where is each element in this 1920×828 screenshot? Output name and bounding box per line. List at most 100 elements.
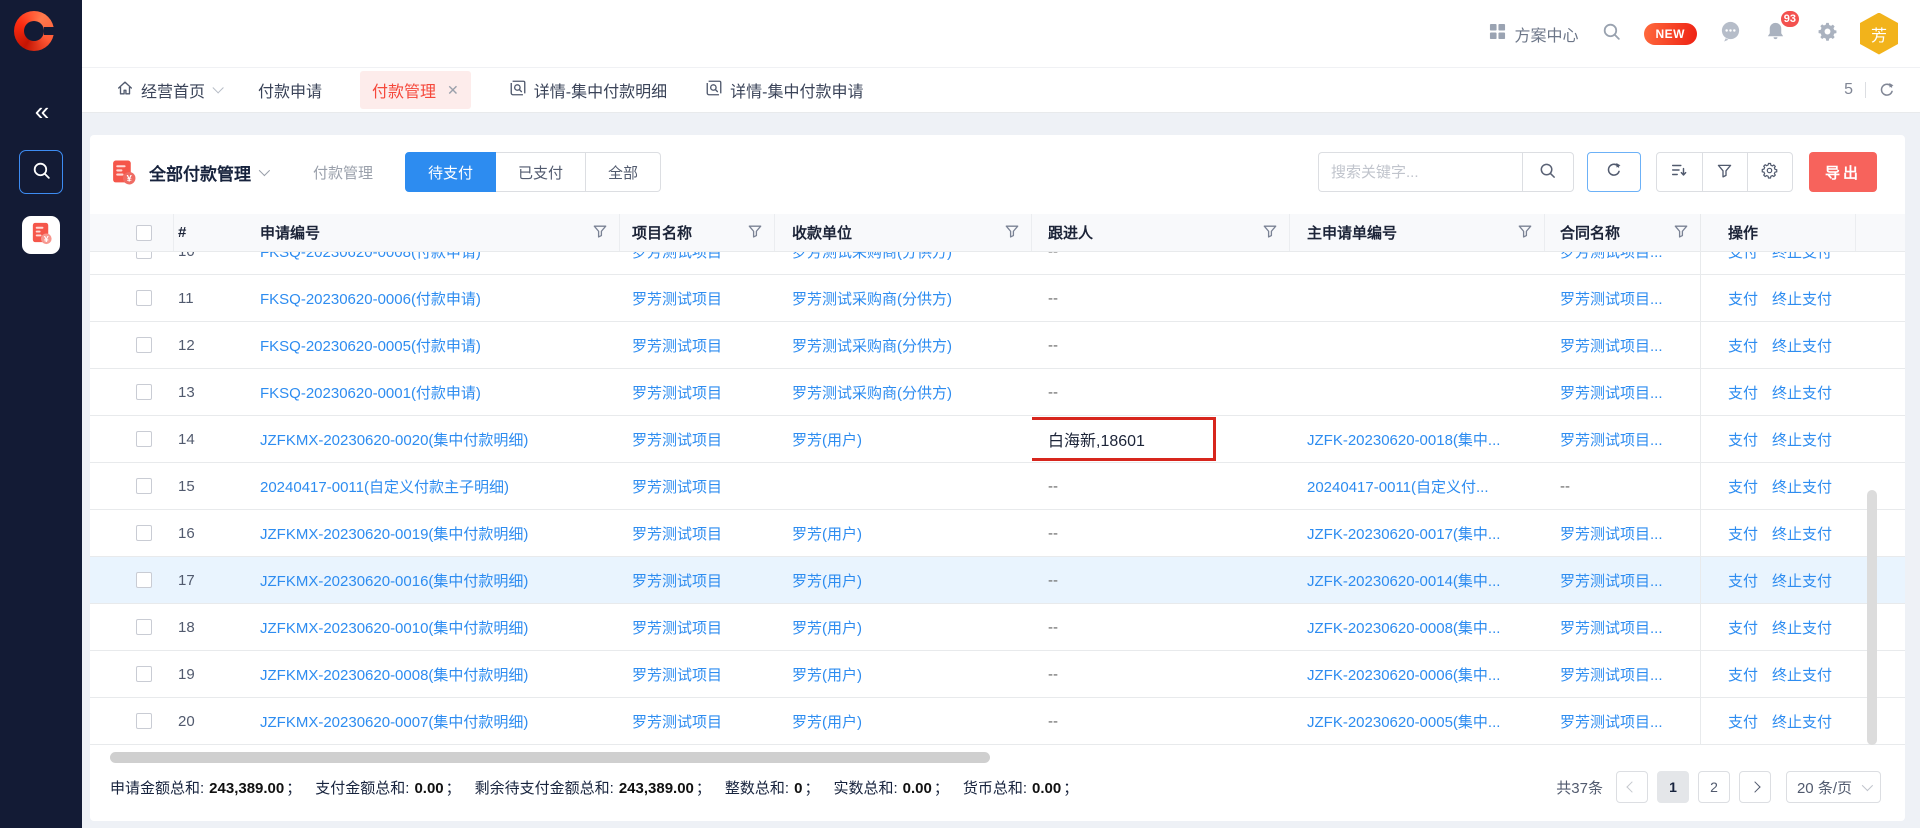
row-checkbox[interactable] bbox=[90, 463, 174, 509]
project-link[interactable]: 罗芳测试项目 bbox=[632, 429, 722, 450]
stop-pay-action-link[interactable]: 终止支付 bbox=[1772, 335, 1832, 356]
row-checkbox[interactable] bbox=[90, 252, 174, 274]
vertical-scrollbar[interactable] bbox=[1867, 490, 1877, 745]
sidebar-collapse-icon[interactable]: « bbox=[0, 96, 82, 127]
pay-action-link[interactable]: 支付 bbox=[1728, 711, 1758, 732]
filter-funnel-icon[interactable] bbox=[593, 224, 607, 242]
contract-link[interactable]: 罗芳测试项目... bbox=[1560, 664, 1663, 685]
request-no-link[interactable]: FKSQ-20230620-0001(付款申请) bbox=[260, 382, 481, 403]
project-link[interactable]: 罗芳测试项目 bbox=[632, 288, 722, 309]
pay-action-link[interactable]: 支付 bbox=[1728, 570, 1758, 591]
contract-link[interactable]: 罗芳测试项目... bbox=[1560, 429, 1663, 450]
tab-payment-management[interactable]: 付款管理 ✕ bbox=[360, 71, 471, 109]
pay-action-link[interactable]: 支付 bbox=[1728, 382, 1758, 403]
pay-action-link[interactable]: 支付 bbox=[1728, 288, 1758, 309]
request-no-link[interactable]: FKSQ-20230620-0005(付款申请) bbox=[260, 335, 481, 356]
contract-link[interactable]: 罗芳测试项目... bbox=[1560, 335, 1663, 356]
request-no-link[interactable]: JZFKMX-20230620-0020(集中付款明细) bbox=[260, 429, 528, 450]
payee-link[interactable]: 罗芳测试采购商(分供方) bbox=[792, 382, 952, 403]
project-link[interactable]: 罗芳测试项目 bbox=[632, 252, 722, 262]
contract-link[interactable]: 罗芳测试项目... bbox=[1560, 711, 1663, 732]
request-no-link[interactable]: JZFKMX-20230620-0010(集中付款明细) bbox=[260, 617, 528, 638]
project-link[interactable]: 罗芳测试项目 bbox=[632, 335, 722, 356]
pay-action-link[interactable]: 支付 bbox=[1728, 617, 1758, 638]
horizontal-scrollbar[interactable] bbox=[110, 752, 990, 763]
page-size-select[interactable]: 20 条/页 bbox=[1786, 771, 1881, 803]
page-button-2[interactable]: 2 bbox=[1698, 771, 1730, 803]
contract-link[interactable]: 罗芳测试项目... bbox=[1560, 570, 1663, 591]
global-search-button[interactable] bbox=[1601, 21, 1622, 46]
filter-funnel-icon[interactable] bbox=[1263, 224, 1277, 242]
payee-link[interactable]: 罗芳(用户) bbox=[792, 664, 862, 685]
settings-button[interactable] bbox=[1817, 21, 1838, 46]
column-settings-button[interactable] bbox=[1747, 153, 1792, 191]
refresh-button[interactable] bbox=[1587, 152, 1641, 192]
project-link[interactable]: 罗芳测试项目 bbox=[632, 570, 722, 591]
payee-link[interactable]: 罗芳测试采购商(分供方) bbox=[792, 252, 952, 262]
payee-link[interactable]: 罗芳(用户) bbox=[792, 711, 862, 732]
tab-payment-request[interactable]: 付款申请 bbox=[258, 78, 322, 102]
main-request-no-link[interactable]: JZFK-20230620-0017(集中... bbox=[1307, 523, 1500, 544]
filter-funnel-icon[interactable] bbox=[748, 224, 762, 242]
row-checkbox[interactable] bbox=[90, 369, 174, 415]
solution-center-button[interactable]: 方案中心 bbox=[1489, 22, 1578, 46]
refresh-tabs-icon[interactable] bbox=[1878, 81, 1896, 99]
stop-pay-action-link[interactable]: 终止支付 bbox=[1772, 429, 1832, 450]
row-checkbox[interactable] bbox=[90, 698, 174, 744]
request-no-link[interactable]: JZFKMX-20230620-0016(集中付款明细) bbox=[260, 570, 528, 591]
request-no-link[interactable]: FKSQ-20230620-0008(付款申请) bbox=[260, 252, 481, 262]
contract-link[interactable]: 罗芳测试项目... bbox=[1560, 252, 1663, 262]
main-request-no-link[interactable]: JZFK-20230620-0018(集中... bbox=[1307, 429, 1500, 450]
stop-pay-action-link[interactable]: 终止支付 bbox=[1772, 664, 1832, 685]
project-link[interactable]: 罗芳测试项目 bbox=[632, 711, 722, 732]
main-request-no-link[interactable]: JZFK-20230620-0005(集中... bbox=[1307, 711, 1500, 732]
main-request-no-link[interactable]: 20240417-0011(自定义付... bbox=[1307, 476, 1489, 497]
filter-funnel-icon[interactable] bbox=[1518, 224, 1532, 242]
project-link[interactable]: 罗芳测试项目 bbox=[632, 382, 722, 403]
tab-detail-centralized-payment-detail[interactable]: 详情-集中付款明细 bbox=[509, 78, 667, 102]
contract-link[interactable]: -- bbox=[1560, 478, 1570, 495]
filter-funnel-icon[interactable] bbox=[1005, 224, 1019, 242]
request-no-link[interactable]: JZFKMX-20230620-0008(集中付款明细) bbox=[260, 664, 528, 685]
stop-pay-action-link[interactable]: 终止支付 bbox=[1772, 252, 1832, 262]
request-no-link[interactable]: 20240417-0011(自定义付款主子明细) bbox=[260, 476, 509, 497]
filter-button[interactable] bbox=[1702, 153, 1747, 191]
pay-action-link[interactable]: 支付 bbox=[1728, 523, 1758, 544]
contract-link[interactable]: 罗芳测试项目... bbox=[1560, 523, 1663, 544]
segment-paid[interactable]: 已支付 bbox=[496, 152, 586, 192]
pay-action-link[interactable]: 支付 bbox=[1728, 335, 1758, 356]
project-link[interactable]: 罗芳测试项目 bbox=[632, 476, 722, 497]
payee-link[interactable]: 罗芳测试采购商(分供方) bbox=[792, 288, 952, 309]
request-no-link[interactable]: FKSQ-20230620-0006(付款申请) bbox=[260, 288, 481, 309]
main-request-no-link[interactable]: JZFK-20230620-0014(集中... bbox=[1307, 570, 1500, 591]
row-checkbox[interactable] bbox=[90, 510, 174, 556]
pay-action-link[interactable]: 支付 bbox=[1728, 476, 1758, 497]
select-all-checkbox[interactable] bbox=[90, 214, 174, 251]
main-request-no-link[interactable]: JZFK-20230620-0008(集中... bbox=[1307, 617, 1500, 638]
payee-link[interactable]: 罗芳(用户) bbox=[792, 617, 862, 638]
project-link[interactable]: 罗芳测试项目 bbox=[632, 664, 722, 685]
row-checkbox[interactable] bbox=[90, 416, 174, 462]
row-checkbox[interactable] bbox=[90, 651, 174, 697]
prev-page-button[interactable] bbox=[1616, 771, 1648, 803]
pay-action-link[interactable]: 支付 bbox=[1728, 429, 1758, 450]
payee-link[interactable]: 罗芳测试采购商(分供方) bbox=[792, 335, 952, 356]
messages-button[interactable] bbox=[1719, 20, 1742, 47]
sort-button[interactable] bbox=[1657, 153, 1702, 191]
payee-link[interactable]: 罗芳(用户) bbox=[792, 570, 862, 591]
search-button[interactable] bbox=[1522, 152, 1574, 192]
stop-pay-action-link[interactable]: 终止支付 bbox=[1772, 570, 1832, 591]
view-selector[interactable]: 全部付款管理 bbox=[149, 160, 267, 185]
contract-link[interactable]: 罗芳测试项目... bbox=[1560, 382, 1663, 403]
keyword-search-input[interactable] bbox=[1318, 152, 1522, 192]
filter-funnel-icon[interactable] bbox=[1674, 224, 1688, 242]
export-button[interactable]: 导出 bbox=[1809, 152, 1877, 192]
row-checkbox[interactable] bbox=[90, 275, 174, 321]
request-no-link[interactable]: JZFKMX-20230620-0019(集中付款明细) bbox=[260, 523, 528, 544]
payee-link[interactable]: 罗芳(用户) bbox=[792, 429, 862, 450]
contract-link[interactable]: 罗芳测试项目... bbox=[1560, 617, 1663, 638]
row-checkbox[interactable] bbox=[90, 557, 174, 603]
project-link[interactable]: 罗芳测试项目 bbox=[632, 523, 722, 544]
stop-pay-action-link[interactable]: 终止支付 bbox=[1772, 382, 1832, 403]
main-request-no-link[interactable]: JZFK-20230620-0006(集中... bbox=[1307, 664, 1500, 685]
